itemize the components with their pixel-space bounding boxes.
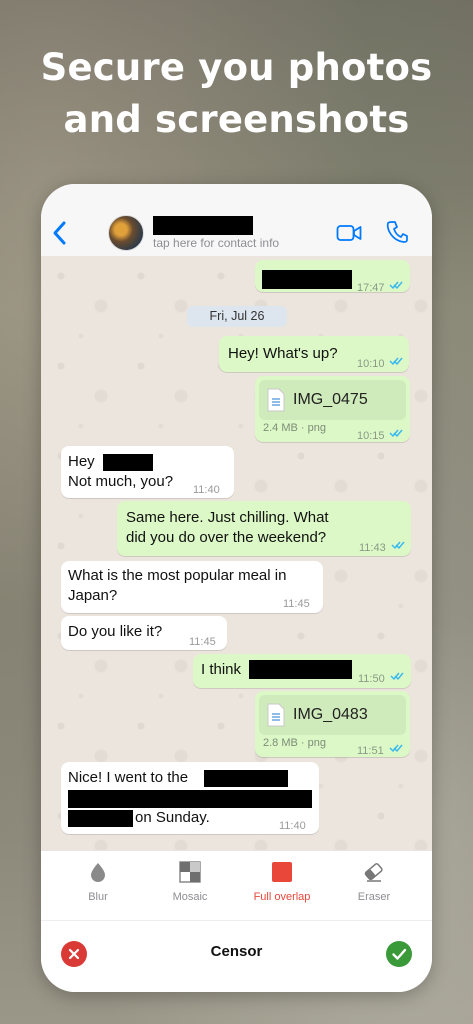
- date-separator: Fri, Jul 26: [187, 306, 287, 327]
- eraser-icon: [364, 863, 383, 882]
- tool-mosaic[interactable]: Mosaic: [145, 861, 235, 903]
- file-meta: 2.8 MB · png: [263, 737, 326, 749]
- file-attachment[interactable]: IMG_0483: [259, 695, 406, 735]
- redaction-box: [68, 790, 312, 808]
- message-time: 11:40: [279, 820, 306, 832]
- check-icon: [392, 948, 407, 960]
- double-check-icon: [389, 744, 403, 753]
- message-text: I think: [201, 661, 242, 678]
- droplet-icon: [91, 863, 105, 882]
- bottom-bar-title: Censor: [210, 943, 263, 960]
- message-bubble-incoming[interactable]: Do you like it? 11:45: [61, 616, 227, 650]
- mosaic-icon: [179, 861, 201, 883]
- contact-name-redacted: [153, 216, 253, 235]
- message-text: Do you like it?: [68, 623, 163, 640]
- tool-label: Full overlap: [253, 891, 311, 903]
- phone-icon[interactable]: [386, 220, 408, 244]
- message-bubble-outgoing[interactable]: Hey! What's up? 10:10: [219, 336, 409, 372]
- tool-blur[interactable]: Blur: [53, 861, 143, 903]
- message-text-line: What is the most popular meal in: [68, 567, 287, 584]
- message-text: Not much, you?: [68, 473, 174, 490]
- message-time: 11:40: [193, 484, 220, 496]
- chat-area[interactable]: 17:47 Fri, Jul 26 Hey! What's up? 10:10: [41, 256, 432, 850]
- file-name: IMG_0483: [293, 706, 368, 723]
- message-bubble-outgoing[interactable]: 17:47: [255, 260, 410, 294]
- message-time: 11:45: [283, 598, 310, 610]
- message-text-line: did you do over the weekend?: [126, 529, 327, 546]
- redaction-box: [249, 660, 352, 679]
- tool-label: Blur: [88, 891, 108, 903]
- redaction-box: [262, 270, 352, 289]
- confirm-button[interactable]: [386, 941, 412, 967]
- double-check-icon: [390, 672, 404, 681]
- message-text-line: Japan?: [68, 587, 118, 604]
- double-check-icon: [389, 429, 403, 438]
- file-meta: 2.4 MB · png: [263, 422, 326, 434]
- censor-bottom-bar: Censor: [41, 920, 432, 992]
- tool-full-overlap[interactable]: Full overlap: [237, 861, 327, 903]
- message-bubble-incoming[interactable]: Hey Not much, you? 11:40: [61, 446, 234, 498]
- redaction-box: [204, 770, 288, 787]
- redaction-box: [102, 453, 153, 471]
- message-time: 11:50: [358, 673, 385, 685]
- double-check-icon: [391, 541, 405, 550]
- message-time: 17:47: [357, 282, 385, 294]
- headline-line-1: Secure you photos: [40, 46, 433, 89]
- message-time: 11:51: [357, 745, 384, 757]
- file-attachment[interactable]: IMG_0475: [259, 380, 406, 420]
- double-check-icon: [389, 357, 403, 366]
- phone-screen: tap here for contact info 17:47 Fri, Jul…: [41, 184, 432, 992]
- message-text: Nice! I went to the: [68, 769, 189, 786]
- file-message-outgoing[interactable]: IMG_0483 2.8 MB · png 11:51: [255, 691, 410, 757]
- message-text: Hey: [68, 452, 153, 472]
- video-camera-icon[interactable]: [336, 224, 362, 242]
- tool-eraser[interactable]: Eraser: [329, 861, 419, 903]
- double-check-icon: [389, 281, 403, 290]
- document-icon: [267, 703, 285, 727]
- message-text-line: Same here. Just chilling. What: [126, 509, 329, 526]
- tool-label: Mosaic: [172, 891, 208, 903]
- tool-label: Eraser: [357, 891, 391, 903]
- chevron-left-icon[interactable]: [51, 220, 67, 246]
- square-fill-icon: [272, 862, 292, 882]
- contact-info-hint[interactable]: tap here for contact info: [153, 236, 279, 250]
- message-bubble-outgoing[interactable]: I think 11:50: [193, 654, 411, 688]
- message-bubble-incoming[interactable]: What is the most popular meal in Japan? …: [61, 561, 323, 613]
- message-time: 10:15: [357, 430, 385, 442]
- censor-toolbar: Blur Mosaic Full overlap Eraser: [41, 850, 432, 920]
- message-bubble-outgoing[interactable]: Same here. Just chilling. What did you d…: [117, 501, 411, 556]
- message-time: 10:10: [357, 358, 385, 370]
- message-text: on Sunday.: [135, 809, 210, 826]
- file-name: IMG_0475: [293, 391, 368, 408]
- promo-headline: Secure you photos and screenshots: [0, 42, 473, 146]
- message-bubble-incoming[interactable]: Nice! I went to the on Sunday. 11:40: [61, 762, 319, 834]
- message-time: 11:45: [189, 636, 216, 648]
- avatar[interactable]: [108, 215, 144, 251]
- redaction-box: [68, 810, 133, 827]
- file-message-outgoing[interactable]: IMG_0475 2.4 MB · png 10:15: [255, 376, 410, 442]
- message-text: Hey! What's up?: [228, 345, 338, 362]
- headline-line-2: and screenshots: [63, 98, 410, 141]
- chat-header: tap here for contact info: [41, 184, 432, 256]
- message-time: 11:43: [359, 542, 386, 554]
- document-icon: [267, 388, 285, 412]
